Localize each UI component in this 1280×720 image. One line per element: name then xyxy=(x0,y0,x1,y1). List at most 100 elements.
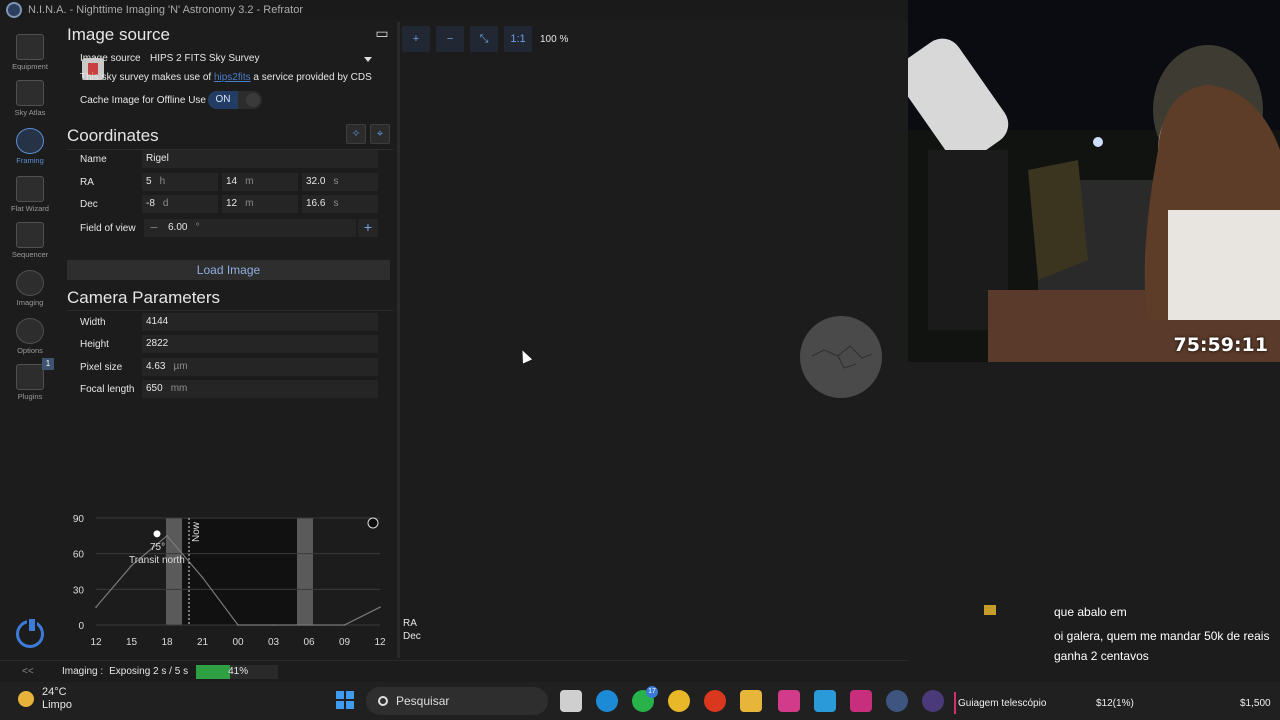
zoom-out-button[interactable]: − xyxy=(436,26,464,52)
ra-minutes-unit: m xyxy=(245,176,254,187)
app-icon[interactable] xyxy=(778,690,800,712)
sidebar-item-framing[interactable]: Framing xyxy=(0,122,60,168)
location-pin-icon[interactable]: ⌖ xyxy=(370,124,390,144)
edge-icon[interactable] xyxy=(596,690,618,712)
transit-degree-label: 75° xyxy=(150,542,165,553)
hips2fits-link[interactable]: hips2fits xyxy=(214,72,251,83)
ra-minutes-field[interactable]: 14 m xyxy=(222,173,298,191)
object-name-field[interactable]: Rigel xyxy=(142,150,378,168)
y-tick-label: 0 xyxy=(78,621,84,632)
load-image-button[interactable]: Load Image xyxy=(67,260,390,280)
pixel-size-value: 4.63 xyxy=(146,361,166,372)
camera-parameters-title: Camera Parameters xyxy=(67,288,221,307)
focal-length-field[interactable]: 650 mm xyxy=(142,380,378,398)
exposure-progress: 41% xyxy=(196,664,279,679)
chrome-icon[interactable] xyxy=(668,690,690,712)
image-source-title: Image source xyxy=(67,25,170,44)
taskbar-search[interactable]: Pesquisar xyxy=(366,687,548,715)
sidebar-item-flat-wizard[interactable]: Flat Wizard xyxy=(0,170,60,216)
ra-seconds-field[interactable]: 32.0 s xyxy=(302,173,378,191)
altitude-point xyxy=(201,576,204,579)
height-field[interactable]: 2822 xyxy=(142,335,378,353)
fov-decrease-button[interactable]: − xyxy=(144,219,164,237)
app-icon[interactable] xyxy=(850,690,872,712)
fov-field[interactable]: 6.00 ° xyxy=(164,219,356,237)
focal-length-value: 650 xyxy=(146,383,163,394)
dec-degrees-unit: d xyxy=(162,198,169,209)
width-field[interactable]: 4144 xyxy=(142,313,378,331)
height-label: Height xyxy=(80,339,109,350)
sidebar-item-sky-atlas[interactable]: Sky Atlas xyxy=(0,74,60,120)
altitude-point xyxy=(379,606,381,608)
collapse-nav-button[interactable]: << xyxy=(22,666,62,677)
cache-toggle[interactable]: ON xyxy=(208,91,262,109)
sidebar-item-label: Sky Atlas xyxy=(14,108,46,117)
badge-icon xyxy=(984,605,996,615)
sidebar-item-label: Imaging xyxy=(16,298,44,307)
dec-seconds-value: 16.6 xyxy=(306,198,326,209)
x-tick-label: 00 xyxy=(232,637,244,648)
book-open-icon[interactable]: ▭ xyxy=(372,24,392,44)
image-source-select[interactable]: HIPS 2 FITS Sky Survey xyxy=(146,50,378,68)
telescope-sync-icon[interactable]: ✧ xyxy=(346,124,366,144)
stellarium-icon[interactable] xyxy=(922,690,944,712)
fit-button[interactable]: ⤡ xyxy=(470,26,498,52)
ra-label: RA xyxy=(80,177,94,188)
x-tick-label: 18 xyxy=(161,637,173,648)
dec-degrees-field[interactable]: -8 d xyxy=(142,195,218,213)
search-icon xyxy=(378,696,388,706)
ra-hours-field[interactable]: 5h xyxy=(142,173,218,191)
dec-seconds-unit: s xyxy=(333,198,339,209)
power-icon[interactable] xyxy=(16,617,44,648)
sidebar-item-equipment[interactable]: Equipment xyxy=(0,28,60,74)
mouse-cursor xyxy=(517,348,533,364)
fov-increase-button[interactable]: + xyxy=(358,219,378,237)
chat-text: que abalo em xyxy=(1054,605,1127,619)
zoom-level: 100 % xyxy=(540,34,569,45)
ra-hours-unit: h xyxy=(159,176,166,187)
whatsapp-icon[interactable]: 17 xyxy=(632,686,658,712)
survey-note-suffix: a service provided by CDS xyxy=(250,72,372,83)
windows-start-icon[interactable] xyxy=(336,691,354,709)
now-label: Now xyxy=(191,521,202,542)
constellation-line xyxy=(837,355,857,369)
donation-status: $12(1%) xyxy=(1096,698,1134,709)
width-label: Width xyxy=(80,317,106,328)
sky-atlas-icon xyxy=(16,80,44,106)
sidebar-item-sequencer[interactable]: Sequencer xyxy=(0,216,60,262)
search-placeholder: Pesquisar xyxy=(396,694,450,708)
transit-label: Transit north xyxy=(129,555,185,566)
folder-icon[interactable] xyxy=(740,690,762,712)
title-bar: N.I.N.A. - Nighttime Imaging 'N' Astrono… xyxy=(0,0,908,20)
sidebar-item-label: Sequencer xyxy=(11,250,49,259)
gear-icon xyxy=(16,318,44,344)
fov-unit: ° xyxy=(195,222,200,233)
focal-length-unit: mm xyxy=(170,383,188,394)
dec-minutes-field[interactable]: 12 m xyxy=(222,195,298,213)
app-icon[interactable] xyxy=(814,690,836,712)
sidebar-item-imaging[interactable]: Imaging xyxy=(0,264,60,310)
moon-icon xyxy=(367,517,379,529)
x-tick-label: 12 xyxy=(374,637,386,648)
sidebar-item-plugins[interactable]: Plugins 1 xyxy=(0,358,60,404)
sidebar-item-options[interactable]: Options xyxy=(0,312,60,358)
sky-preview[interactable] xyxy=(800,316,882,398)
weather-widget[interactable]: 24°C Limpo xyxy=(18,686,72,712)
opera-icon[interactable] xyxy=(704,690,726,712)
nina-taskbar-icon[interactable] xyxy=(886,690,908,712)
zoom-in-button[interactable]: + xyxy=(402,26,430,52)
altitude-point xyxy=(343,624,346,626)
panel-splitter[interactable] xyxy=(397,22,400,658)
sidebar-item-label: Plugins xyxy=(17,392,43,401)
chat-overlay: que abalo em oi galera, quem me mandar 5… xyxy=(984,602,1274,670)
x-tick-label: 15 xyxy=(126,637,138,648)
pixel-size-field[interactable]: 4.63 µm xyxy=(142,358,378,376)
ra-minutes-value: 14 xyxy=(226,176,238,187)
dec-minutes-value: 12 xyxy=(226,198,238,209)
status-bar: << Imaging : Exposing 2 s / 5 s 41% xyxy=(0,660,908,682)
ra-seconds-value: 32.0 xyxy=(306,176,326,187)
fit-icon: ⤡ xyxy=(479,33,489,45)
dec-seconds-field[interactable]: 16.6 s xyxy=(302,195,378,213)
task-view-icon[interactable] xyxy=(560,690,582,712)
one-to-one-button[interactable]: 1:1 xyxy=(504,26,532,52)
